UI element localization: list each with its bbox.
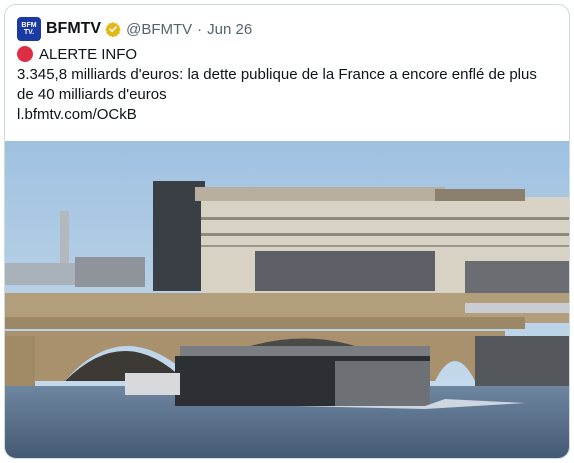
tweet-card[interactable]: BFM TV. BFMTV @BFMTV · Jun 26 ALERTE INF…	[4, 4, 570, 459]
tweet-text-line-2: de 40 milliards d'euros	[17, 86, 167, 103]
tweet-link[interactable]: l.bfmtv.com/OCkB	[17, 105, 557, 125]
tweet-text-line-1: 3.345,8 milliards d'euros: la dette publ…	[17, 66, 537, 83]
tweet-text: ALERTE INFO 3.345,8 milliards d'euros: l…	[17, 45, 557, 125]
author-handle[interactable]: @BFMTV	[126, 21, 192, 38]
gold-verified-check-icon	[105, 22, 121, 37]
separator-dot: ·	[197, 20, 203, 38]
author-name[interactable]: BFMTV	[46, 20, 101, 38]
avatar-logo-text: BFM TV.	[21, 22, 37, 36]
tweet-date[interactable]: Jun 26	[207, 21, 252, 38]
red-circle-icon	[17, 46, 33, 62]
tweet-photo[interactable]	[5, 141, 569, 458]
alert-label: ALERTE INFO	[39, 46, 138, 63]
avatar[interactable]: BFM TV.	[17, 17, 41, 41]
tweet-header: BFM TV. BFMTV @BFMTV · Jun 26	[17, 17, 252, 41]
alert-line: ALERTE INFO	[17, 45, 557, 65]
